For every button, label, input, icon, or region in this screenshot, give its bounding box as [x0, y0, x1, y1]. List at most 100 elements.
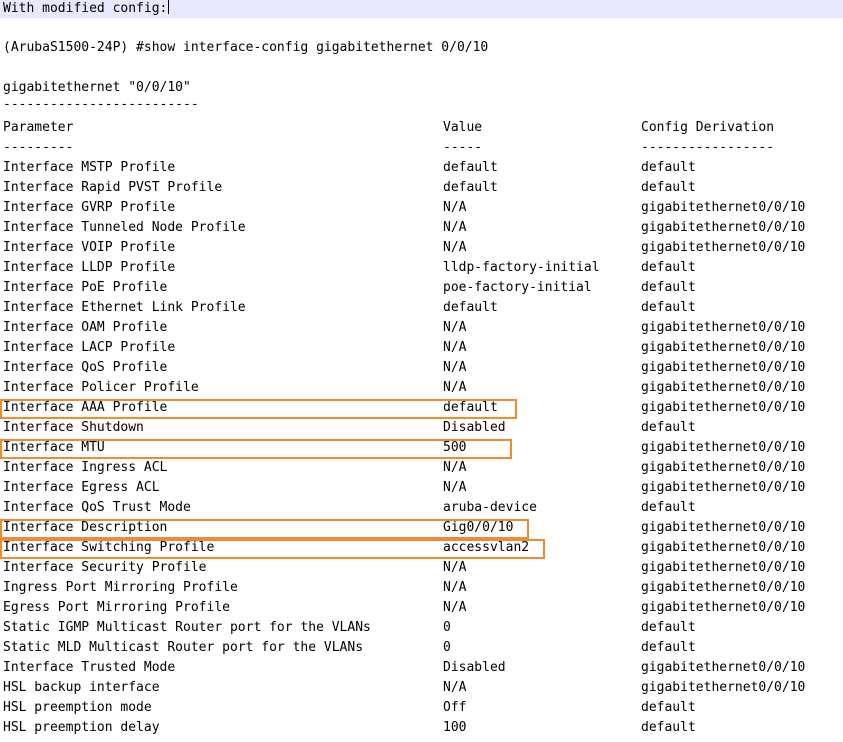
cell-value: N/A — [443, 580, 467, 595]
cell-config-derivation: default — [641, 160, 696, 175]
cell-value: default — [443, 180, 498, 195]
table-row: HSL preemption delay 100 default — [0, 718, 843, 738]
cell-config-derivation: gigabitethernet0/0/10 — [641, 680, 806, 695]
table-row: Static IGMP Multicast Router port for th… — [0, 618, 843, 638]
cell-parameter: Ingress Port Mirroring Profile — [3, 580, 238, 595]
cell-value: N/A — [443, 220, 467, 235]
table-row: Interface MSTP Profile default default — [0, 158, 843, 178]
header-parameter: Parameter — [3, 120, 74, 135]
cell-value: default — [443, 400, 498, 415]
cell-config-derivation: gigabitethernet0/0/10 — [641, 320, 806, 335]
cell-value: N/A — [443, 200, 467, 215]
cell-parameter: Interface Policer Profile — [3, 380, 199, 395]
cell-parameter: Interface PoE Profile — [3, 280, 168, 295]
cell-parameter: Interface Security Profile — [3, 560, 207, 575]
table-row: Interface LACP Profile N/A gigabitethernet… — [0, 338, 843, 358]
cell-value: N/A — [443, 460, 467, 475]
table-row: Interface Egress ACL N/A gigabitethernet0/… — [0, 478, 843, 498]
table-row: Interface OAM Profile N/A gigabitethernet0… — [0, 318, 843, 338]
table-row: Interface AAA Profile default gigabitether… — [0, 398, 843, 418]
cell-config-derivation: gigabitethernet0/0/10 — [641, 580, 806, 595]
table-row: Ingress Port Mirroring Profile N/A gigabit… — [0, 578, 843, 598]
cell-config-derivation: gigabitethernet0/0/10 — [641, 360, 806, 375]
command-line: (ArubaS1500-24P) #show interface-config … — [3, 40, 489, 55]
cell-config-derivation: default — [641, 180, 696, 195]
intro-title: With modified config: — [3, 1, 168, 16]
cell-parameter: Interface Switching Profile — [3, 540, 215, 555]
table-row: Interface Ethernet Link Profile default de… — [0, 298, 843, 318]
cell-value: 0 — [443, 640, 451, 655]
cell-parameter: Interface Rapid PVST Profile — [3, 180, 223, 195]
rule-value: ----- — [443, 140, 483, 155]
cell-config-derivation: gigabitethernet0/0/10 — [641, 600, 806, 615]
cell-config-derivation: default — [641, 620, 696, 635]
cell-config-derivation: gigabitethernet0/0/10 — [641, 480, 806, 495]
table-row: Interface VOIP Profile N/A gigabitethernet… — [0, 238, 843, 258]
cell-config-derivation: default — [641, 700, 696, 715]
cell-value: default — [443, 300, 498, 315]
table-row: Interface PoE Profile poe-factory-initial… — [0, 278, 843, 298]
cell-value: lldp-factory-initial — [443, 260, 600, 275]
table-row: Interface MTU 500 gigabitethernet0/0/10 — [0, 438, 843, 458]
cell-parameter: HSL preemption delay — [3, 720, 160, 735]
cell-config-derivation: gigabitethernet0/0/10 — [641, 380, 806, 395]
table-row: Interface LLDP Profile lldp-factory-initi… — [0, 258, 843, 278]
cell-value: N/A — [443, 600, 467, 615]
cell-config-derivation: gigabitethernet0/0/10 — [641, 560, 806, 575]
rule-config-derivation: ----------------- — [641, 140, 775, 155]
table-row: HSL preemption mode Off default — [0, 698, 843, 718]
section-rule: ------------------------- — [3, 97, 199, 112]
cell-value: default — [443, 160, 498, 175]
table-row: HSL backup interface N/A gigabitethernet0/… — [0, 678, 843, 698]
cell-parameter: Interface GVRP Profile — [3, 200, 176, 215]
cell-parameter: HSL backup interface — [3, 680, 160, 695]
cell-config-derivation: default — [641, 720, 696, 735]
cell-value: 500 — [443, 440, 467, 455]
cell-parameter: Interface Ethernet Link Profile — [3, 300, 246, 315]
table-row: Interface Shutdown Disabled default — [0, 418, 843, 438]
cell-parameter: Interface LACP Profile — [3, 340, 176, 355]
table-row: Static MLD Multicast Router port for the… — [0, 638, 843, 658]
cell-parameter: Interface Ingress ACL — [3, 460, 168, 475]
cell-value: N/A — [443, 360, 467, 375]
table-row: Egress Port Mirroring Profile N/A gigabite… — [0, 598, 843, 618]
cell-config-derivation: default — [641, 640, 696, 655]
header-config-derivation: Config Derivation — [641, 120, 775, 135]
cell-config-derivation: default — [641, 260, 696, 275]
cell-parameter: Interface VOIP Profile — [3, 240, 176, 255]
table-row: Interface Tunneled Node Profile N/A gigabi… — [0, 218, 843, 238]
cell-parameter: Interface OAM Profile — [3, 320, 168, 335]
table-row: Interface Security Profile N/A gigabitethe… — [0, 558, 843, 578]
cell-value: N/A — [443, 320, 467, 335]
cell-value: Disabled — [443, 660, 506, 675]
table-row: Interface QoS Trust Mode aruba-device defa… — [0, 498, 843, 518]
table-row: Interface GVRP Profile N/A gigabitethernet… — [0, 198, 843, 218]
cell-config-derivation: gigabitethernet0/0/10 — [641, 520, 806, 535]
cell-value: N/A — [443, 240, 467, 255]
cell-config-derivation: gigabitethernet0/0/10 — [641, 240, 806, 255]
header-value: Value — [443, 120, 483, 135]
intro-title-line: With modified config: — [3, 0, 170, 19]
cell-parameter: Static MLD Multicast Router port for the… — [3, 640, 364, 655]
cell-parameter: Interface AAA Profile — [3, 400, 168, 415]
cell-config-derivation: gigabitethernet0/0/10 — [641, 460, 806, 475]
cell-parameter: Interface QoS Trust Mode — [3, 500, 191, 515]
cell-config-derivation: gigabitethernet0/0/10 — [641, 660, 806, 675]
cell-value: accessvlan2 — [443, 540, 530, 555]
cell-config-derivation: default — [641, 280, 696, 295]
cell-parameter: Interface MSTP Profile — [3, 160, 176, 175]
cell-parameter: Interface Tunneled Node Profile — [3, 220, 246, 235]
cell-value: N/A — [443, 340, 467, 355]
cell-config-derivation: gigabitethernet0/0/10 — [641, 340, 806, 355]
cell-value: N/A — [443, 480, 467, 495]
table-row: Interface Policer Profile N/A gigabitether… — [0, 378, 843, 398]
table-row: Interface QoS Profile N/A gigabitethernet0… — [0, 358, 843, 378]
cell-parameter: Interface Shutdown — [3, 420, 144, 435]
cell-parameter: Static IGMP Multicast Router port for th… — [3, 620, 371, 635]
table-row: Interface Description Gig0/0/10 gigabiteth… — [0, 518, 843, 538]
cell-value: Off — [443, 700, 467, 715]
table-row: Interface Trusted Mode Disabled gigabiteth… — [0, 658, 843, 678]
cell-config-derivation: default — [641, 420, 696, 435]
cell-parameter: Interface Trusted Mode — [3, 660, 176, 675]
cell-value: 100 — [443, 720, 467, 735]
